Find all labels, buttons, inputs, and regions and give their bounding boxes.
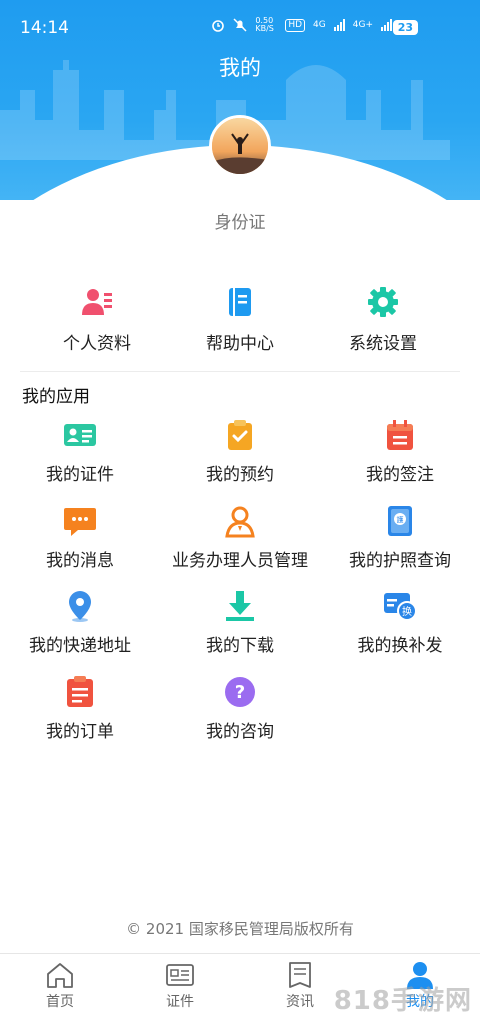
news-icon [289, 962, 311, 988]
quick-action-label: 帮助中心 [206, 334, 274, 354]
app-staff-management[interactable]: 业务办理人员管理 [160, 504, 320, 571]
profile-id-label[interactable]: 身份证 [0, 208, 480, 233]
app-label: 我的证件 [46, 465, 114, 485]
app-my-downloads[interactable]: 我的下载 [160, 589, 320, 656]
svg-text:换: 换 [402, 605, 412, 618]
tab-home[interactable]: 首页 [0, 960, 120, 1011]
app-my-orders[interactable]: 我的订单 [0, 675, 160, 742]
clipboard-check-icon [228, 420, 252, 450]
signal-bars-icon [333, 19, 345, 31]
app-label: 我的签注 [366, 465, 434, 485]
tab-label: 首页 [46, 994, 74, 1010]
status-icons: 0.50 KB/S HD 4G 4G+ [211, 17, 392, 33]
quick-actions: 个人资料 帮助中心 系统设置 [0, 285, 480, 365]
tab-label: 证件 [166, 994, 194, 1010]
app-replacement-reissue[interactable]: 换 我的换补发 [320, 589, 480, 656]
id-card-icon [64, 424, 96, 446]
question-circle-icon: ? [225, 677, 255, 707]
status-time: 14:14 [20, 18, 69, 38]
quick-action-label: 个人资料 [63, 334, 131, 354]
exchange-card-icon: 换 [384, 593, 417, 621]
tab-certificates[interactable]: 证件 [120, 960, 240, 1011]
section-title: 我的应用 [22, 387, 90, 407]
profile-card-icon [82, 289, 112, 315]
app-passport-query[interactable]: 護 我的护照查询 [320, 504, 480, 571]
tab-label: 资讯 [286, 994, 314, 1010]
passport-icon: 護 [388, 506, 412, 536]
app-delivery-address[interactable]: 我的快递地址 [0, 589, 160, 656]
app-my-messages[interactable]: 我的消息 [0, 504, 160, 571]
signal-4gplus-label: 4G+ [352, 20, 373, 30]
location-pin-icon [69, 591, 91, 622]
app-label: 我的订单 [46, 722, 114, 742]
order-list-icon [67, 676, 93, 707]
quick-action-label: 系统设置 [349, 334, 417, 354]
system-settings-button[interactable]: 系统设置 [303, 285, 463, 354]
app-label: 我的咨询 [206, 722, 274, 742]
download-icon [226, 591, 254, 621]
hd-badge: HD [285, 18, 306, 32]
help-center-button[interactable]: 帮助中心 [160, 285, 320, 354]
chat-bubble-icon [64, 508, 96, 536]
signal-4g-label: 4G [313, 20, 326, 30]
person-outline-icon [225, 506, 255, 538]
profile-info-button[interactable]: 个人资料 [17, 285, 177, 354]
svg-text:護: 護 [397, 515, 404, 524]
alarm-icon [212, 20, 225, 32]
app-label: 业务办理人员管理 [172, 551, 308, 571]
page-title: 我的 [219, 56, 261, 80]
status-bar: 14:14 0.50 KB/S HD 4G 4G+ 23 [0, 0, 480, 56]
network-speed: 0.50 KB/S [255, 16, 274, 33]
app-my-certificates[interactable]: 我的证件 [0, 418, 160, 485]
app-label: 我的快递地址 [29, 636, 131, 656]
svg-text:?: ? [235, 682, 245, 703]
home-icon [47, 963, 73, 988]
avatar[interactable] [209, 115, 271, 177]
mute-icon [233, 18, 247, 32]
app-label: 我的下载 [206, 636, 274, 656]
gear-icon [368, 287, 398, 317]
app-label: 我的预约 [206, 465, 274, 485]
copyright-text: © 2021 国家移民管理局版权所有 [126, 920, 354, 938]
app-my-consultations[interactable]: ? 我的咨询 [160, 675, 320, 742]
id-doc-icon [166, 964, 194, 986]
help-book-icon [229, 288, 251, 316]
app-my-endorsements[interactable]: 我的签注 [320, 418, 480, 485]
avatar-image [212, 118, 268, 174]
app-label: 我的消息 [46, 551, 114, 571]
watermark-text: 818手游网 [333, 986, 472, 1012]
calendar-icon [387, 420, 413, 450]
app-label: 我的护照查询 [349, 551, 451, 571]
signal-bars-icon-2 [381, 19, 392, 31]
app-label: 我的换补发 [357, 636, 443, 656]
battery-level: 23 [392, 20, 418, 35]
divider [20, 371, 460, 372]
app-my-appointments[interactable]: 我的预约 [160, 418, 320, 485]
